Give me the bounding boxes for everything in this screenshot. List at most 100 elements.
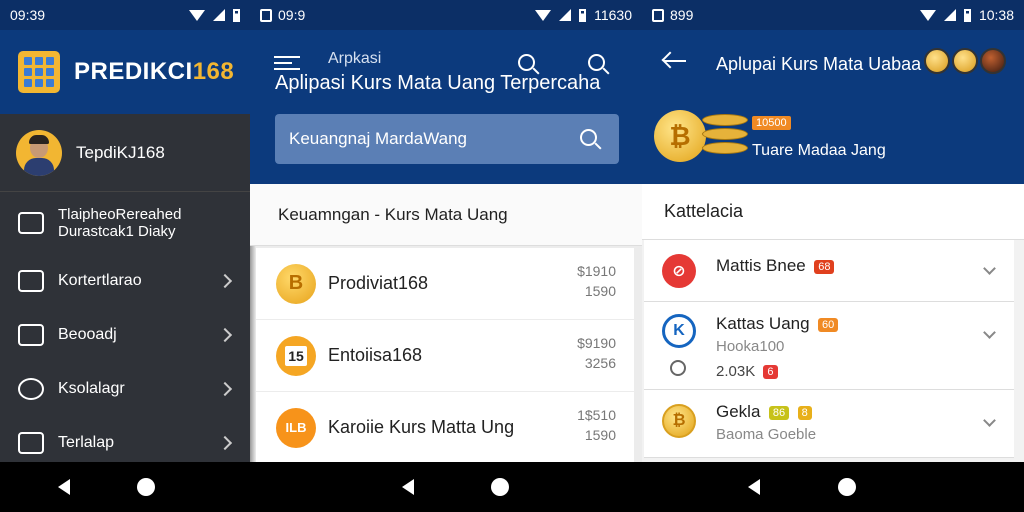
battery-icon xyxy=(579,8,587,22)
back-icon[interactable] xyxy=(402,479,414,495)
category-badge-2: 8 xyxy=(797,405,812,420)
category-name: Kattas Uang xyxy=(716,314,810,333)
search-input[interactable]: Keuangnaj MardaWang xyxy=(275,114,619,164)
chevron-right-icon xyxy=(217,435,233,451)
menu-item-5[interactable]: Terlalap xyxy=(0,416,250,462)
back-icon[interactable] xyxy=(748,479,760,495)
list-item[interactable]: B Prodiviat168 $1910 1590 xyxy=(256,248,634,319)
wifi-icon xyxy=(189,9,205,21)
header-title: Aplupai Kurs Mata Uabaa xyxy=(716,54,922,74)
camera-icon xyxy=(18,324,44,346)
search-icon[interactable] xyxy=(588,54,605,71)
home-icon[interactable] xyxy=(838,478,856,496)
category-name: Gekla xyxy=(716,402,761,421)
search-icon[interactable] xyxy=(580,129,597,146)
menu-item-label: Terlalap xyxy=(58,434,115,451)
navigation-bar xyxy=(0,462,1024,512)
menu-item-4[interactable]: Ksolalagr xyxy=(0,362,250,416)
search-icon[interactable] xyxy=(518,54,535,71)
list-item-value: $9190 xyxy=(577,335,616,351)
brand-main: PREDIKCI xyxy=(74,58,193,85)
back-icon[interactable] xyxy=(58,479,70,495)
coin-icon: 15 xyxy=(276,335,316,376)
category-item[interactable]: ⊘ Mattis Bnee 68 xyxy=(644,240,1014,302)
briefcase-icon xyxy=(18,212,44,234)
category-list: ⊘ Mattis Bnee 68 K Kattas Uang 60 Hooka1… xyxy=(644,240,1014,458)
menu-item-1[interactable]: TlaipheoRereahed Durastcak1 Diaky xyxy=(0,192,250,254)
category-title: Kattelacia xyxy=(642,184,1024,240)
signal-icon xyxy=(943,9,956,21)
category-badge: 68 xyxy=(814,259,835,274)
app-notification-icon xyxy=(260,8,272,22)
wifi-icon xyxy=(535,9,552,21)
category-item[interactable]: K Kattas Uang 60 Hooka100 2.03K 6 xyxy=(644,302,1014,390)
status-bar: 09:9 11630 xyxy=(250,0,642,30)
list-item-value: 3256 xyxy=(584,355,616,371)
chevron-right-icon xyxy=(217,381,233,397)
list-item-value: $1910 xyxy=(577,263,616,279)
chevron-right-icon xyxy=(217,273,233,289)
wifi-icon xyxy=(919,9,936,21)
home-icon[interactable] xyxy=(137,478,155,496)
mail-icon xyxy=(18,432,44,454)
username: TepdiKJ168 xyxy=(76,142,165,162)
list-item[interactable]: ILB Karoiie Kurs Matta Ung 1$510 1590 xyxy=(256,392,634,462)
status-left-text: 899 xyxy=(670,7,694,23)
bitcoin-icon: B xyxy=(276,263,316,304)
coin-tag: 10500 xyxy=(752,116,791,130)
brand-accent: 168 xyxy=(192,58,235,85)
status-time: 09:9 xyxy=(278,7,306,23)
battery-icon xyxy=(233,8,240,22)
category-extra-value: 2.03K xyxy=(716,363,756,380)
menu-icon[interactable] xyxy=(274,56,300,70)
crypto-icon: K xyxy=(662,314,696,348)
category-panel: 899 10:38 Aplupai Kurs Mata Uabaa ₿ 1050… xyxy=(642,0,1024,462)
app-brand: PREDIKCI168 xyxy=(74,58,234,86)
wallet-icon xyxy=(18,270,44,292)
menu-item-line2: Durastcak1 Diaky xyxy=(58,223,176,240)
home-icon[interactable] xyxy=(491,478,509,496)
category-extra-badge: 6 xyxy=(763,365,778,380)
drawer-panel: 09:39 PREDIKCI168 TepdiKJ168 TlaipheoRer… xyxy=(0,0,250,462)
back-arrow-icon[interactable] xyxy=(664,60,686,62)
status-time: 10:38 xyxy=(978,7,1014,23)
coin-stack-icon xyxy=(702,114,748,156)
app-logo-icon xyxy=(18,51,60,93)
category-name: Mattis Bnee xyxy=(716,256,806,275)
section-title: Keuamngan - Kurs Mata Uang xyxy=(250,184,642,246)
battery-icon xyxy=(963,8,971,22)
list-item-value: 1590 xyxy=(584,427,616,443)
menu-item-3[interactable]: Beooadj xyxy=(0,308,250,362)
bitcoin-icon: ₿ xyxy=(662,404,696,438)
list-item[interactable]: 15 Entoiisa168 $9190 3256 xyxy=(256,320,634,391)
search-value: Keuangnaj MardaWang xyxy=(289,129,467,148)
user-profile[interactable]: TepdiKJ168 xyxy=(0,114,250,192)
currency-list: B Prodiviat168 $1910 1590 15 Entoiisa168… xyxy=(256,248,634,462)
app-header: Aplupai Kurs Mata Uabaa ₿ 10500 Tuare Ma… xyxy=(642,30,1024,184)
status-bar: 899 10:38 xyxy=(642,0,1024,30)
drawer-menu: TlaipheoRereahed Durastcak1 Diaky Korter… xyxy=(0,192,250,462)
menu-item-label: Kortertlarao xyxy=(58,272,142,289)
signal-icon xyxy=(559,9,572,21)
header-subtitle: Tuare Madaa Jang xyxy=(752,142,886,159)
category-badge: 60 xyxy=(818,317,839,332)
app-header: Arpkasi Aplipasi Kurs Mata Uang Terperca… xyxy=(250,30,642,184)
category-extra: 2.03K 6 xyxy=(716,363,1014,380)
chevron-down-icon[interactable] xyxy=(983,414,996,427)
category-sub: Baoma Goeble xyxy=(716,426,817,443)
category-sub: Hooka100 xyxy=(716,338,785,355)
status-time: 09:39 xyxy=(10,7,46,23)
chevron-down-icon[interactable] xyxy=(983,262,996,275)
status-bar: 09:39 xyxy=(0,0,250,30)
header-coins-icon xyxy=(924,48,1006,74)
chevron-down-icon[interactable] xyxy=(983,326,996,339)
signal-icon xyxy=(213,9,225,21)
category-item[interactable]: ₿ Gekla 86 8 Baoma Goeble xyxy=(644,390,1014,458)
avatar xyxy=(16,129,62,176)
category-badge: 86 xyxy=(768,405,790,420)
status-right-text: 11630 xyxy=(594,7,632,23)
drawer-header: PREDIKCI168 xyxy=(0,30,250,114)
block-icon: ⊘ xyxy=(662,254,696,288)
coin-label: 15 xyxy=(285,345,307,366)
menu-item-2[interactable]: Kortertlarao xyxy=(0,254,250,308)
